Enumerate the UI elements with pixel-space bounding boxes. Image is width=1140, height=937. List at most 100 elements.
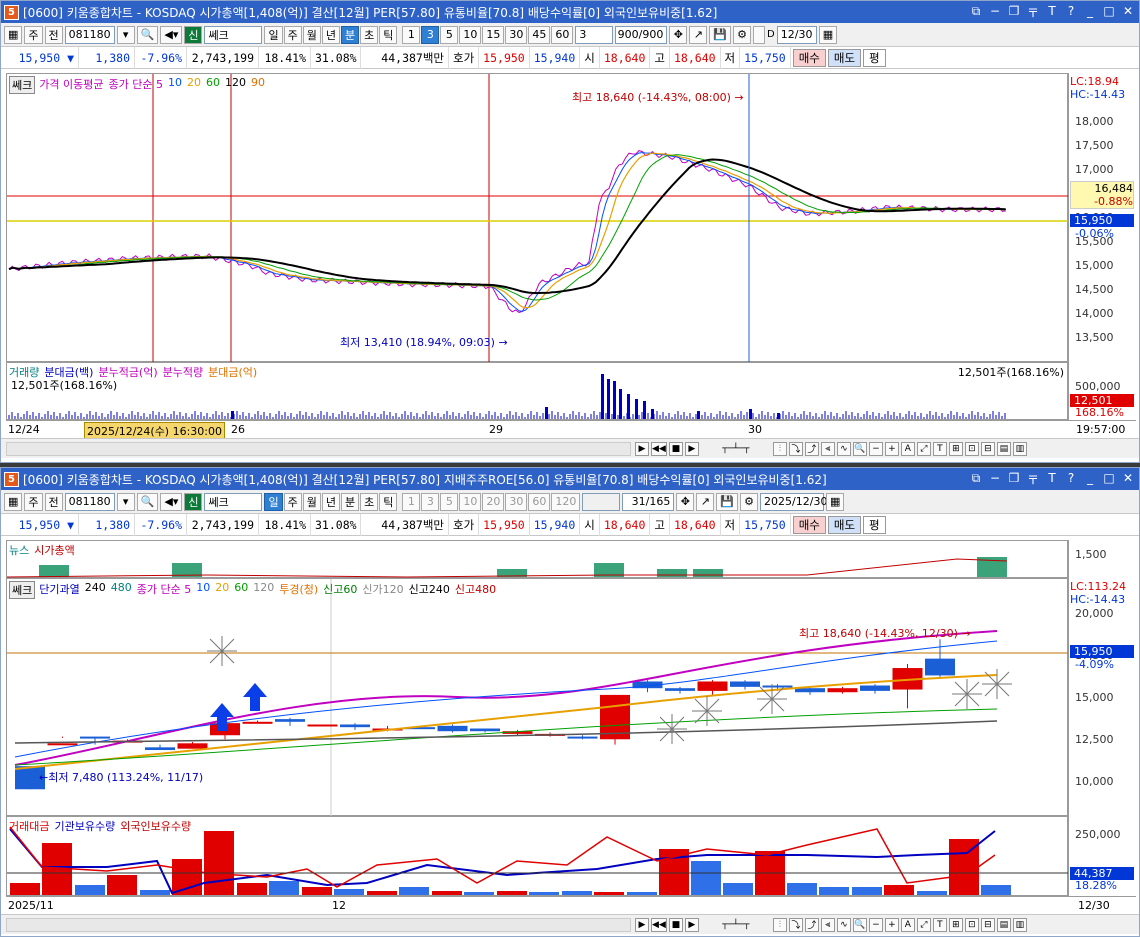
count-field[interactable]: 31/165 (622, 492, 675, 511)
minimize-icon[interactable]: _ (1083, 4, 1097, 21)
period-tab[interactable]: 틱 (379, 25, 398, 44)
save-icon[interactable]: 💾 (709, 25, 732, 44)
chart-tool-icon-d[interactable]: ▤ (996, 917, 1011, 932)
date-field[interactable]: 2025/12/30 (760, 492, 827, 511)
scroll-bar[interactable]: ▶ ◀◀ ■ ▶ ┬─┴─┬ ⫶ ⤵ ⤴ ⫷ ∿ 🔍 − + A ⤢ T ⊞ ⊡… (1, 438, 1139, 458)
draw-icon[interactable]: ↗ (689, 25, 708, 44)
avg-button[interactable]: 평 (863, 48, 886, 67)
buy-button[interactable]: 매수 (792, 48, 826, 67)
chart-type-icon-4[interactable]: ⫷ (820, 917, 835, 932)
magnify-icon[interactable]: 🔍 (852, 917, 867, 932)
help-icon[interactable]: ? (1064, 4, 1078, 21)
maximize-icon[interactable]: □ (1102, 471, 1116, 488)
chart-type-icon-3[interactable]: ⤴ (804, 917, 819, 932)
interval-tab[interactable]: 60 (551, 25, 574, 44)
font-tool-icon[interactable]: T (932, 917, 947, 932)
chart-tool-icon-d[interactable]: ▤ (996, 441, 1011, 456)
speaker-icon[interactable]: ◀▾ (160, 492, 183, 511)
chart-type-icon-5[interactable]: ∿ (836, 441, 851, 456)
period-tab[interactable]: 일 (264, 492, 283, 511)
interval-tab[interactable]: 3 (421, 25, 440, 44)
line-tool-icon[interactable]: ⤢ (916, 917, 931, 932)
interval-tab[interactable]: 45 (528, 25, 551, 44)
chart-tool-icon-c[interactable]: ⊟ (980, 917, 995, 932)
chart-type-icon-1[interactable]: ⫶ (772, 441, 787, 456)
close-icon[interactable]: ✕ (1121, 4, 1135, 21)
interval-tab[interactable]: 3 (421, 492, 440, 511)
sell-button[interactable]: 매도 (827, 515, 862, 534)
news-panel[interactable]: 뉴스 시가총액 (6, 540, 1068, 578)
grid-icon[interactable]: ▦ (4, 25, 23, 44)
prev-button[interactable]: 전 (44, 25, 63, 44)
chart-tool-icon-e[interactable]: ▥ (1012, 917, 1027, 932)
line-tool-icon[interactable]: ⤢ (916, 441, 931, 456)
count-field[interactable]: 900/900 (615, 25, 668, 44)
price-panel[interactable]: 쎄크 가격 이동평균 종가 단순 5 10 20 60 120 90 최고 18,640 (… (6, 73, 1069, 363)
interval-tab[interactable]: 10 (459, 492, 482, 511)
mode-select[interactable]: 주 (24, 25, 43, 44)
interval-tab[interactable]: 30 (505, 492, 528, 511)
tools-icon[interactable]: ✥ (669, 25, 688, 44)
chart-type-icon-1[interactable]: ⫶ (772, 917, 787, 932)
period-tab[interactable]: 일 (264, 25, 283, 44)
search-icon[interactable]: 🔍 (136, 25, 159, 44)
interval-tab[interactable]: 15 (482, 25, 505, 44)
price-panel[interactable]: 쎄크 단기과열 240 480 종가 단순 5 10 20 60 120 투경(청) 신고60 신가… (6, 578, 1069, 817)
date-checkbox[interactable] (753, 25, 766, 44)
text-icon[interactable]: T (1045, 471, 1059, 488)
scroll-bar[interactable]: ▶ ◀◀ ■ ▶ ┬─┴─┬ ⫶ ⤵ ⤴ ⫷ ∿ 🔍 − + A ⤢ T ⊞ ⊡… (1, 914, 1139, 934)
minimize-alt-icon[interactable]: − (988, 471, 1002, 488)
period-tab[interactable]: 년 (321, 492, 340, 511)
pin-icon[interactable]: 〒 (1026, 471, 1040, 488)
period-tab[interactable]: 초 (360, 25, 379, 44)
maximize-icon[interactable]: □ (1102, 4, 1116, 21)
code-dropdown-icon[interactable]: ▾ (116, 25, 135, 44)
period-tab[interactable]: 년 (321, 25, 340, 44)
interval-tab[interactable]: 1 (402, 25, 421, 44)
text-icon[interactable]: T (1045, 4, 1059, 21)
zoom-slider[interactable]: ┬─┴─┬ (701, 918, 771, 932)
interval-tab[interactable]: 5 (440, 492, 459, 511)
interval-tab[interactable]: 20 (482, 492, 505, 511)
settings-icon[interactable]: ⚙ (740, 492, 759, 511)
code-input[interactable]: 081180 (64, 492, 115, 511)
chart-tool-icon-e[interactable]: ▥ (1012, 441, 1027, 456)
period-tab[interactable]: 주 (283, 492, 302, 511)
zoom-out-icon[interactable]: − (868, 917, 883, 932)
restore-icon[interactable]: ❐ (1007, 4, 1021, 21)
rewind-icon[interactable]: ◀◀ (651, 917, 667, 932)
period-tab[interactable]: 주 (283, 25, 302, 44)
interval-tab[interactable]: 10 (459, 25, 482, 44)
forward-icon[interactable]: ▶ (684, 441, 699, 456)
text-tool-icon[interactable]: A (900, 441, 915, 456)
chart-type-icon-4[interactable]: ⫷ (820, 441, 835, 456)
calendar-icon[interactable]: ▦ (826, 492, 845, 511)
horizontal-scrollbar[interactable] (6, 917, 631, 932)
interval-tab[interactable]: 60 (528, 492, 551, 511)
tools-icon[interactable]: ✥ (676, 492, 695, 511)
restore-icon[interactable]: ❐ (1007, 471, 1021, 488)
volume-panel[interactable]: 거래량 분대금(백) 분누적금(억) 분누적량 분대금(억) 12,501주(168.1… (6, 362, 1068, 420)
mode-select[interactable]: 주 (24, 492, 43, 511)
help-icon[interactable]: ? (1064, 471, 1078, 488)
magnify-icon[interactable]: 🔍 (852, 441, 867, 456)
font-tool-icon[interactable]: T (932, 441, 947, 456)
forward-icon[interactable]: ▶ (684, 917, 699, 932)
period-tab[interactable]: 월 (302, 25, 321, 44)
stock-name-field[interactable]: 쎄크 (204, 492, 263, 511)
zoom-in-icon[interactable]: + (884, 917, 899, 932)
period-tab[interactable]: 초 (360, 492, 379, 511)
date-field[interactable]: 12/30 (776, 25, 817, 44)
interval-select[interactable]: 3 (575, 25, 614, 44)
stock-name-field[interactable]: 쎄크 (204, 25, 263, 44)
interval-tab[interactable]: 120 (551, 492, 581, 511)
chart-tool-icon-b[interactable]: ⊡ (964, 441, 979, 456)
code-dropdown-icon[interactable]: ▾ (116, 492, 135, 511)
zoom-out-icon[interactable]: − (868, 441, 883, 456)
interval-tab[interactable]: 5 (440, 25, 459, 44)
chart-type-icon-2[interactable]: ⤵ (788, 917, 803, 932)
interval-select[interactable] (582, 492, 621, 511)
close-icon[interactable]: ✕ (1121, 471, 1135, 488)
chart-tool-icon-a[interactable]: ⊞ (948, 917, 963, 932)
minimize-alt-icon[interactable]: − (988, 4, 1002, 21)
